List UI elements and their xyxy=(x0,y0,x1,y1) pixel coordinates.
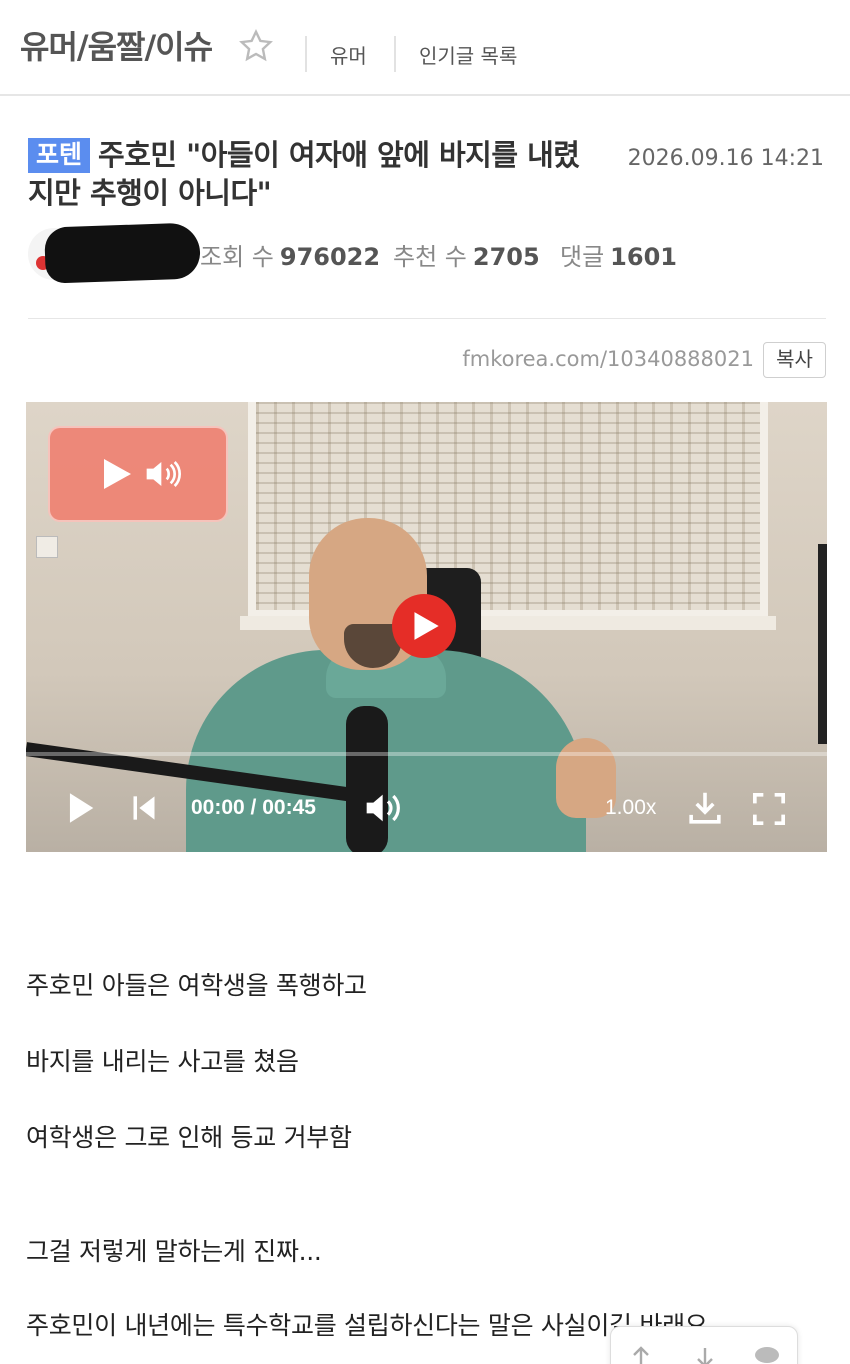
unmute-overlay-button[interactable] xyxy=(48,426,228,522)
body-paragraph: 주호민이 내년에는 특수학교를 설립하신다는 말은 사실이길 바래요 xyxy=(26,1311,708,1340)
arrow-up-icon[interactable] xyxy=(629,1345,653,1364)
star-icon[interactable] xyxy=(238,28,274,64)
post-title-block: 포텐 주호민 "아들이 여자애 앞에 바지를 내렸지만 추행이 아니다" xyxy=(28,136,588,212)
recommend-count: 추천 수 2705 xyxy=(393,243,540,271)
play-icon[interactable] xyxy=(66,792,96,824)
post-url: fmkorea.com/10340888021 xyxy=(462,347,754,371)
header-link-popular-list[interactable]: 인기글 목록 xyxy=(419,40,517,69)
skip-back-icon[interactable] xyxy=(130,794,158,822)
header-separator xyxy=(305,36,307,72)
volume-icon xyxy=(146,461,181,487)
redacted-nickname xyxy=(44,222,201,284)
divider xyxy=(28,318,826,319)
board-header: 유머/움짤/이슈 유머 인기글 목록 xyxy=(0,0,850,96)
youtube-play-button[interactable] xyxy=(392,594,456,658)
board-title[interactable]: 유머/움짤/이슈 xyxy=(20,22,213,68)
post-date: 2026.09.16 14:21 xyxy=(627,146,824,171)
download-icon[interactable] xyxy=(688,790,722,826)
body-paragraph: 여학생은 그로 인해 등교 거부함 xyxy=(26,1123,352,1152)
post-title: 주호민 "아들이 여자애 앞에 바지를 내렸지만 추행이 아니다" xyxy=(28,138,580,210)
body-paragraph: 주호민 아들은 여학생을 폭행하고 xyxy=(26,971,367,1000)
video-time: 00:00 / 00:45 xyxy=(191,796,316,819)
volume-icon[interactable] xyxy=(364,790,404,826)
play-icon xyxy=(414,612,439,640)
category-badge[interactable]: 포텐 xyxy=(28,138,91,173)
comment-count[interactable]: 댓글 1601 xyxy=(560,237,677,272)
video-progress-bar[interactable] xyxy=(26,752,827,756)
body-paragraph: 그걸 저렇게 말하는게 진짜... xyxy=(26,1237,322,1266)
playback-speed[interactable]: 1.00x xyxy=(605,796,656,820)
view-count: 조회 수 976022 xyxy=(200,243,381,271)
arrow-down-icon[interactable] xyxy=(693,1345,717,1364)
fullscreen-icon[interactable] xyxy=(752,792,786,826)
header-link-humor[interactable]: 유머 xyxy=(330,40,367,69)
header-separator xyxy=(394,36,396,72)
video-player[interactable]: 00:00 / 00:45 1.00x xyxy=(26,402,827,852)
copy-url-button[interactable]: 복사 xyxy=(763,342,826,378)
comment-icon[interactable] xyxy=(753,1345,781,1364)
body-paragraph: 바지를 내리는 사고를 쳤음 xyxy=(26,1047,299,1076)
play-icon xyxy=(104,459,131,489)
floating-nav xyxy=(610,1326,798,1364)
microphone xyxy=(346,706,388,852)
